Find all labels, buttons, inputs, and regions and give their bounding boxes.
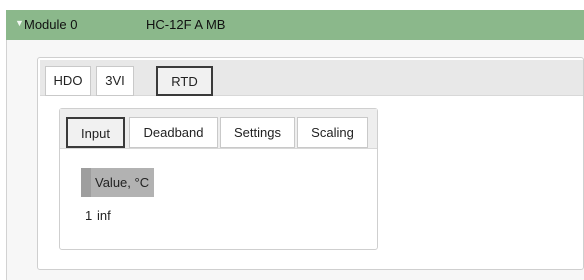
tab-hdo[interactable]: HDO bbox=[45, 66, 91, 96]
tab-deadband[interactable]: Deadband bbox=[129, 117, 218, 148]
module-name: Module 0 bbox=[24, 17, 78, 32]
row-value[interactable]: inf bbox=[97, 208, 111, 223]
value-column-label: Value, °C bbox=[95, 175, 150, 190]
collapse-caret-icon[interactable]: ▼ bbox=[15, 18, 24, 28]
tab-3vi[interactable]: 3VI bbox=[96, 66, 134, 96]
module-header[interactable]: ▼ Module 0 HC-12F A MB bbox=[6, 10, 584, 40]
tab-scaling[interactable]: Scaling bbox=[297, 117, 368, 148]
tab-settings[interactable]: Settings bbox=[220, 117, 295, 148]
tab-input[interactable]: Input bbox=[66, 117, 125, 148]
row-header-corner bbox=[81, 168, 91, 197]
value-column-header[interactable]: Value, °C bbox=[81, 168, 154, 197]
module-model: HC-12F A MB bbox=[146, 17, 226, 32]
rtd-tab-strip: Input Deadband Settings Scaling bbox=[60, 109, 377, 149]
row-number: 1 bbox=[85, 208, 93, 223]
tab-rtd[interactable]: RTD bbox=[156, 66, 213, 96]
module-tab-strip: HDO 3VI RTD bbox=[40, 60, 583, 96]
